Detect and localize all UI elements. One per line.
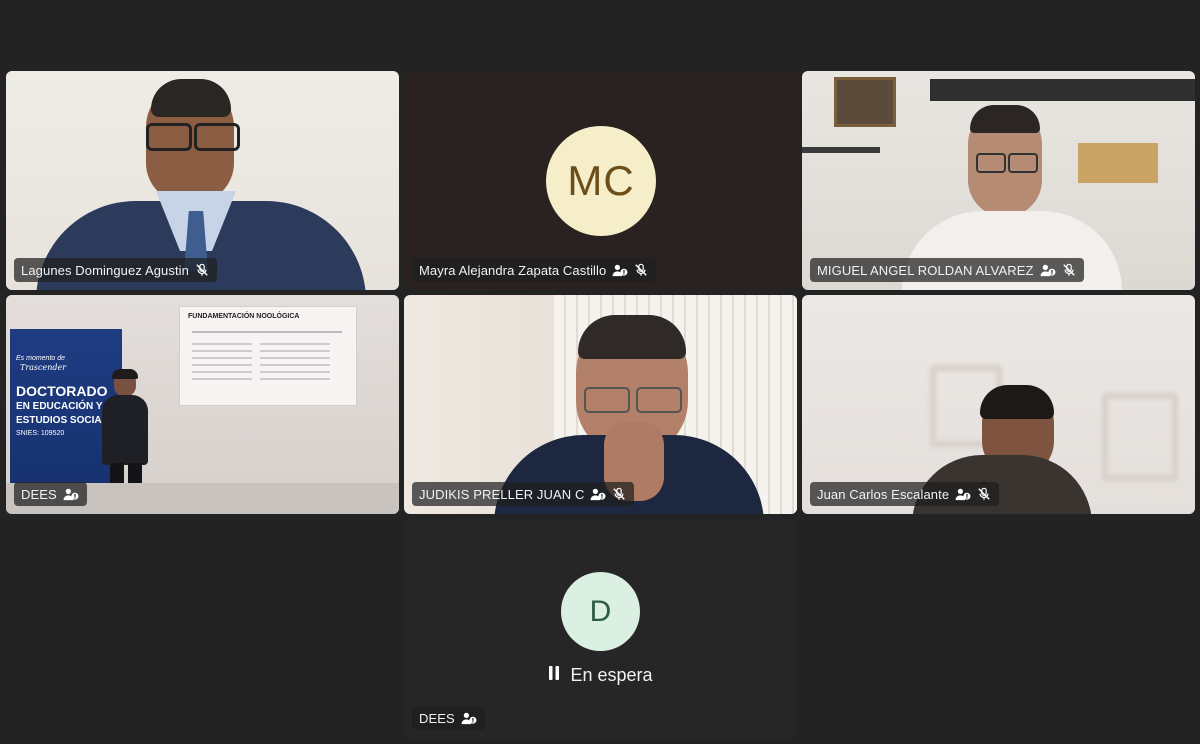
- participant-name: Mayra Alejandra Zapata Castillo: [419, 262, 607, 278]
- participant-tile-dees-presenter[interactable]: Es momento de Trascender DOCTORADO EN ED…: [6, 295, 399, 514]
- participant-name: Lagunes Dominguez Agustin: [21, 262, 190, 278]
- participant-name: JUDIKIS PRELLER JUAN C: [419, 486, 585, 502]
- participant-avatar: D: [561, 572, 640, 651]
- participant-name-label: DEES: [14, 482, 87, 506]
- mic-muted-icon: [977, 487, 991, 501]
- banner-subtitle: EN EDUCACIÓN Y: [16, 401, 103, 412]
- participant-name-label: JUDIKIS PRELLER JUAN C: [412, 482, 635, 506]
- raised-hand-icon: [612, 263, 628, 277]
- raised-hand-icon: [955, 487, 971, 501]
- avatar-initials: MC: [567, 157, 635, 204]
- mic-muted-icon: [612, 487, 626, 501]
- banner-title: DOCTORADO: [16, 383, 108, 399]
- raised-hand-icon: [461, 711, 477, 725]
- participant-name-label: Lagunes Dominguez Agustin: [14, 258, 218, 282]
- participant-name: DEES: [419, 710, 455, 726]
- participant-name-label: DEES: [412, 706, 485, 730]
- banner-tagline: Es momento de: [16, 355, 66, 362]
- projected-slide: FUNDAMENTACIÓN NOOLÓGICA: [180, 307, 356, 405]
- hold-status: En espera: [404, 665, 797, 686]
- participant-name: MIGUEL ANGEL ROLDAN ALVAREZ: [817, 262, 1034, 278]
- avatar-initials: D: [589, 594, 612, 628]
- slide-title: FUNDAMENTACIÓN NOOLÓGICA: [188, 313, 300, 320]
- participant-tile-lagunes[interactable]: Lagunes Dominguez Agustin: [6, 71, 399, 290]
- participant-name-label: MIGUEL ANGEL ROLDAN ALVAREZ: [810, 258, 1084, 282]
- raised-hand-icon: [63, 487, 79, 501]
- participant-tile-dees-waiting[interactable]: D En espera DEES: [404, 519, 797, 738]
- mic-muted-icon: [634, 263, 648, 277]
- participant-avatar: MC: [546, 126, 656, 236]
- mic-muted-icon: [195, 263, 209, 277]
- participant-name: DEES: [21, 486, 57, 502]
- raised-hand-icon: [590, 487, 606, 501]
- banner-code: SNIES: 109520: [16, 430, 65, 437]
- pause-icon: [548, 665, 560, 686]
- participant-name: Juan Carlos Escalante: [817, 486, 950, 502]
- participant-tile-judikis[interactable]: JUDIKIS PRELLER JUAN C: [404, 295, 797, 514]
- participant-tile-miguel[interactable]: MIGUEL ANGEL ROLDAN ALVAREZ: [802, 71, 1195, 290]
- raised-hand-icon: [1040, 263, 1056, 277]
- hold-status-text: En espera: [570, 665, 653, 685]
- banner-tagline-2: Trascender: [20, 363, 67, 372]
- mic-muted-icon: [1062, 263, 1076, 277]
- participant-tile-mayra[interactable]: MC Mayra Alejandra Zapata Castillo: [404, 71, 797, 290]
- participant-name-label: Mayra Alejandra Zapata Castillo: [412, 258, 657, 282]
- participant-tile-escalante[interactable]: Juan Carlos Escalante: [802, 295, 1195, 514]
- participant-name-label: Juan Carlos Escalante: [810, 482, 1000, 506]
